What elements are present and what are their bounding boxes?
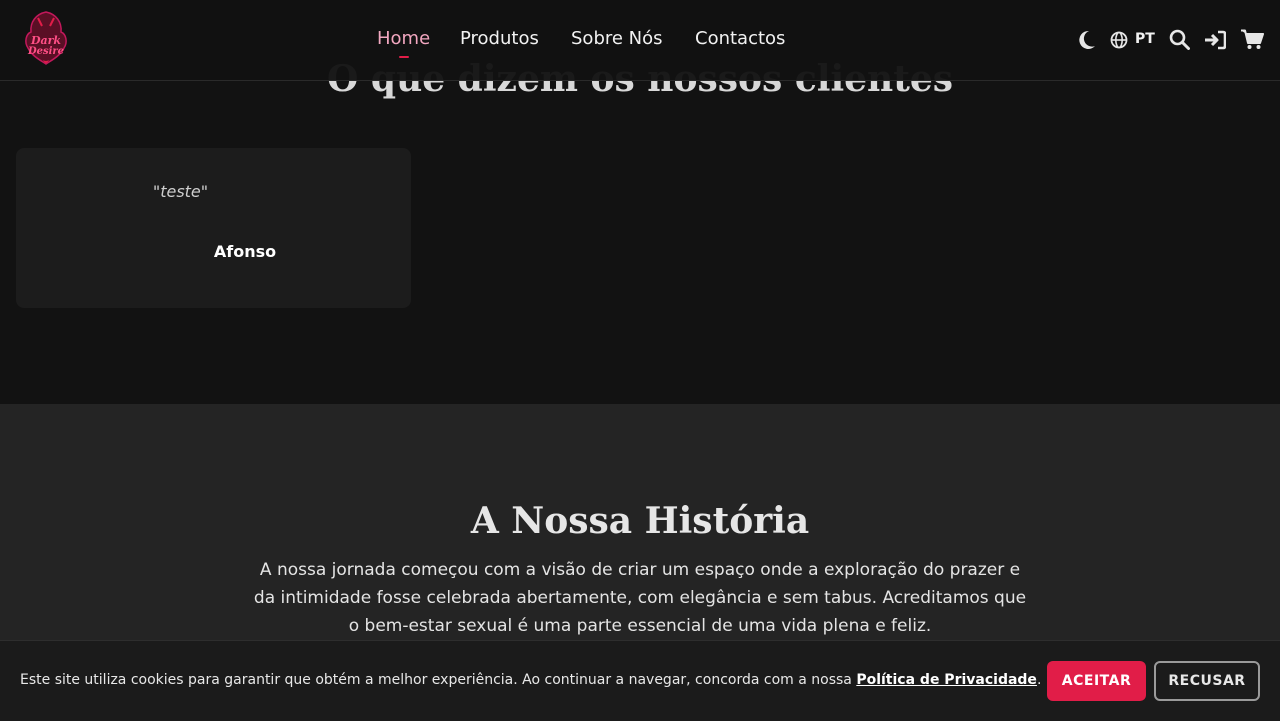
nav-item-sobre-nos[interactable]: Sobre Nós bbox=[571, 28, 663, 49]
history-text: A nossa jornada começou com a visão de c… bbox=[253, 560, 1027, 636]
search-icon[interactable] bbox=[1169, 29, 1190, 50]
site-header: Dark Desire Home Produtos Sobre Nós Cont… bbox=[0, 0, 1280, 81]
cookie-message: Este site utiliza cookies para garantir … bbox=[20, 672, 857, 688]
accept-cookies-button[interactable]: ACEITAR bbox=[1047, 661, 1146, 701]
testimonial-quote-text: "teste" bbox=[152, 182, 209, 201]
sign-in-icon[interactable] bbox=[1204, 30, 1226, 50]
language-label[interactable]: PT bbox=[1135, 31, 1155, 47]
nav-item-home[interactable]: Home bbox=[377, 28, 430, 58]
moon-icon[interactable] bbox=[1078, 30, 1096, 50]
testimonial-card: "teste" Afonso bbox=[16, 148, 411, 308]
cookie-suffix: . bbox=[1036, 672, 1042, 688]
testimonial-quote: "teste" bbox=[16, 182, 411, 201]
cart-icon[interactable] bbox=[1241, 29, 1264, 50]
cookie-banner: Este site utiliza cookies para garantir … bbox=[0, 640, 1280, 721]
globe-icon[interactable] bbox=[1110, 31, 1128, 49]
nav-item-contactos[interactable]: Contactos bbox=[695, 28, 785, 49]
testimonial-author: Afonso bbox=[213, 242, 277, 261]
logo-text-bottom: Desire bbox=[27, 46, 64, 57]
nav-item-produtos[interactable]: Produtos bbox=[460, 28, 539, 49]
cookie-text: Este site utiliza cookies para garantir … bbox=[20, 672, 1041, 688]
privacy-policy-link[interactable]: Política de Privacidade bbox=[856, 672, 1037, 688]
reject-cookies-button[interactable]: RECUSAR bbox=[1154, 661, 1260, 701]
history-title: A Nossa História bbox=[470, 500, 810, 542]
logo[interactable]: Dark Desire bbox=[18, 8, 74, 70]
